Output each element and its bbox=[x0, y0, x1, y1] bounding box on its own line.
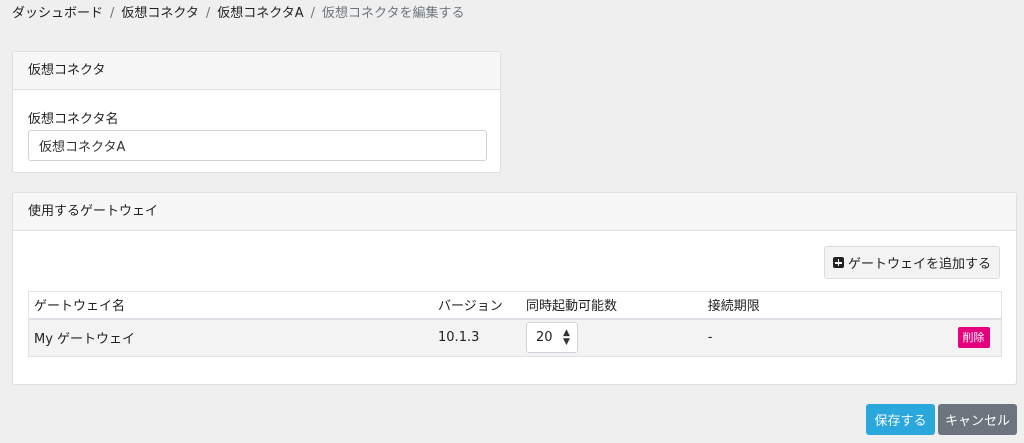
connector-card: 仮想コネクタ 仮想コネクタ名 bbox=[12, 51, 501, 173]
column-header-actions bbox=[952, 291, 1002, 320]
connector-name-label: 仮想コネクタ名 bbox=[28, 112, 119, 127]
gateway-concurrency-cell: 20 ▲ ▼ bbox=[520, 318, 703, 357]
breadcrumb-connector-a[interactable]: 仮想コネクタA bbox=[217, 4, 303, 24]
breadcrumb-separator: / bbox=[110, 6, 115, 21]
concurrency-value: 20 bbox=[535, 330, 553, 346]
updown-caret-icon: ▲ ▼ bbox=[563, 327, 570, 347]
add-gateway-label: ゲートウェイを追加する bbox=[847, 257, 991, 272]
column-header-name: ゲートウェイ名 bbox=[28, 291, 434, 320]
gateway-actions-cell: 削除 bbox=[952, 318, 1002, 357]
table-row: My ゲートウェイ 10.1.3 20 ▲ ▼ - 削除 bbox=[28, 318, 1002, 357]
gateway-expiry: - bbox=[702, 318, 953, 357]
column-header-expiry: 接続期限 bbox=[702, 291, 953, 320]
plus-square-icon bbox=[832, 257, 844, 268]
breadcrumb-separator: / bbox=[205, 6, 211, 21]
connector-name-input[interactable] bbox=[28, 130, 487, 161]
column-header-concurrency: 同時起動可能数 bbox=[520, 291, 703, 320]
add-gateway-button[interactable]: ゲートウェイを追加する bbox=[823, 246, 1000, 279]
breadcrumb-separator: / bbox=[310, 6, 316, 21]
column-header-version: バージョン bbox=[433, 291, 521, 320]
breadcrumb-dashboard[interactable]: ダッシュボード bbox=[12, 4, 103, 24]
concurrency-select[interactable]: 20 ▲ ▼ bbox=[525, 322, 578, 354]
breadcrumb-current: 仮想コネクタを編集する bbox=[322, 6, 465, 21]
gateways-card: 使用するゲートウェイ ゲートウェイを追加する ゲートウェイ名 バージョン 同時起… bbox=[12, 192, 1017, 385]
gateway-version: 10.1.3 bbox=[433, 318, 521, 357]
gateway-name: My ゲートウェイ bbox=[28, 318, 434, 357]
gateways-card-title: 使用するゲートウェイ bbox=[13, 193, 1016, 231]
connector-card-title: 仮想コネクタ bbox=[13, 52, 500, 90]
delete-gateway-button[interactable]: 削除 bbox=[957, 327, 990, 349]
gateways-table: ゲートウェイ名 バージョン 同時起動可能数 接続期限 My ゲートウェイ 10.… bbox=[28, 291, 1002, 357]
table-header-row: ゲートウェイ名 バージョン 同時起動可能数 接続期限 bbox=[28, 291, 1002, 320]
breadcrumb: ダッシュボード / 仮想コネクタ / 仮想コネクタA / 仮想コネクタを編集する bbox=[12, 4, 465, 24]
cancel-button[interactable]: キャンセル bbox=[938, 404, 1017, 435]
breadcrumb-connectors[interactable]: 仮想コネクタ bbox=[121, 4, 198, 24]
page: ダッシュボード / 仮想コネクタ / 仮想コネクタA / 仮想コネクタを編集する… bbox=[0, 0, 1024, 443]
save-button[interactable]: 保存する bbox=[866, 404, 935, 435]
